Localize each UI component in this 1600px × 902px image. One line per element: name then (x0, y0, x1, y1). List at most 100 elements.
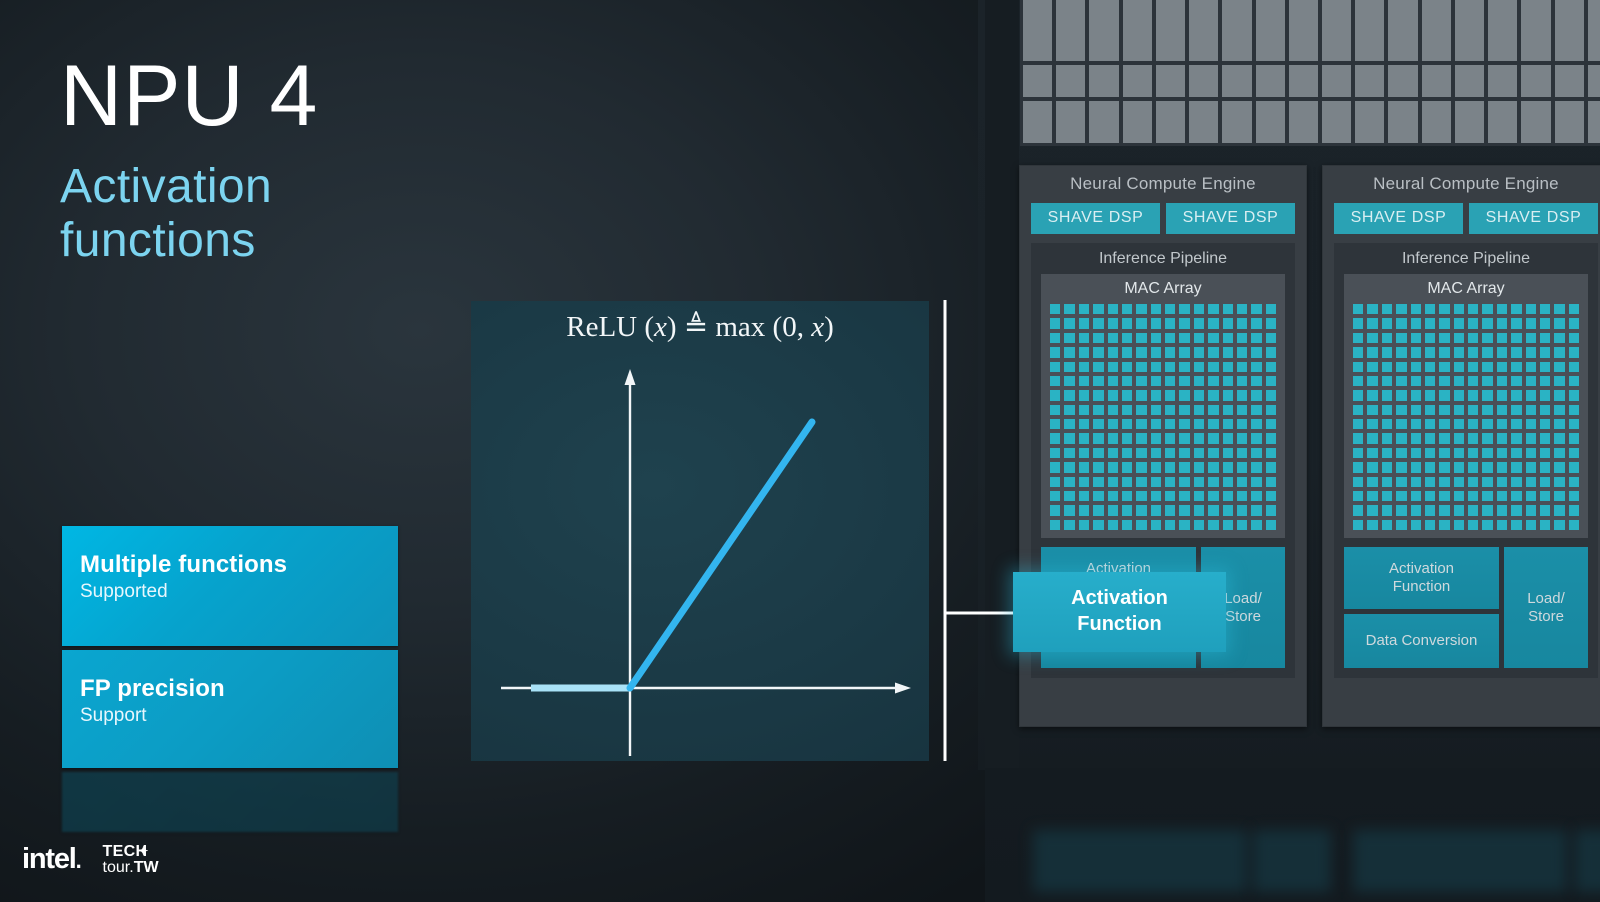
mac-cell (1511, 490, 1522, 502)
mac-cell (1050, 519, 1061, 530)
mac-cell (1193, 462, 1205, 473)
mac-cell (1222, 462, 1233, 473)
mac-cell (1554, 304, 1565, 315)
mac-cell (1222, 375, 1233, 387)
mac-cell (1093, 476, 1104, 487)
mac-cell (1093, 318, 1104, 329)
mac-cell (1568, 318, 1579, 329)
af-highlight-label-1: Activation (1071, 587, 1168, 610)
mac-cell (1554, 390, 1565, 401)
shave-dsp-block[interactable]: SHAVE DSP (1334, 203, 1463, 234)
activation-function-block[interactable]: ActivationFunction (1344, 547, 1499, 609)
mac-cell (1165, 433, 1176, 444)
mac-cell (1453, 361, 1464, 372)
mac-cell (1208, 361, 1219, 372)
load-store-block[interactable]: Load/Store (1504, 547, 1588, 668)
mac-cell (1107, 476, 1118, 487)
mac-cell (1554, 419, 1565, 430)
mac-cell (1107, 462, 1118, 473)
mac-cell (1078, 375, 1090, 387)
mac-cell (1251, 318, 1262, 329)
feature-card[interactable]: FP precision Support (62, 650, 398, 768)
mac-cell (1367, 433, 1378, 444)
mac-cell (1050, 332, 1061, 344)
load-store-label-1: Load/ (1224, 589, 1262, 607)
data-conversion-block[interactable]: Data Conversion (1344, 614, 1499, 668)
mac-cell (1136, 476, 1147, 487)
mac-cell (1396, 304, 1407, 315)
mac-cell (1525, 332, 1536, 344)
mac-cell (1093, 519, 1104, 530)
sram-cell (1388, 0, 1418, 61)
mac-cell (1136, 490, 1147, 502)
mac-cell (1539, 476, 1551, 487)
feature-card[interactable]: Multiple functions Supported (62, 526, 398, 646)
mac-cell (1165, 390, 1176, 401)
mac-cell (1208, 433, 1219, 444)
mac-cell (1554, 505, 1565, 516)
mac-cell (1439, 433, 1450, 444)
mac-cell (1193, 332, 1205, 344)
mac-cell (1554, 404, 1565, 415)
mac-cell (1468, 361, 1479, 372)
feature-card-title: Multiple functions (80, 551, 288, 578)
mac-cell (1193, 347, 1205, 358)
mac-cell (1050, 390, 1061, 401)
mac-cell (1165, 404, 1176, 415)
relu-chart-panel: ReLU (x) ≜ max (0, x) (471, 301, 929, 761)
mac-cell (1525, 375, 1536, 387)
mac-cell (1150, 332, 1161, 344)
mac-cell (1468, 332, 1479, 344)
shave-dsp-block[interactable]: SHAVE DSP (1031, 203, 1160, 234)
data-conversion-label: Data Conversion (1365, 632, 1478, 649)
mac-cell (1208, 347, 1219, 358)
mac-cell (1353, 318, 1364, 329)
mac-cell (1050, 404, 1061, 415)
neural-compute-engine-2[interactable]: Neural Compute Engine SHAVE DSP SHAVE DS… (1322, 165, 1600, 727)
mac-cell (1353, 490, 1364, 502)
mac-cell (1496, 361, 1508, 372)
mac-cell (1222, 304, 1233, 315)
mac-cell (1367, 419, 1378, 430)
feature-card-list: Multiple functions Supported FP precisio… (62, 526, 398, 836)
mac-cell (1064, 347, 1075, 358)
mac-cell (1511, 390, 1522, 401)
mac-cell (1568, 462, 1579, 473)
mac-cell (1353, 476, 1364, 487)
sram-cell (1321, 0, 1352, 61)
mac-cell (1050, 347, 1061, 358)
title-block: NPU 4 Activation functions (60, 53, 318, 269)
mac-cell (1050, 447, 1061, 459)
mac-cell (1193, 447, 1205, 459)
mac-cell (1453, 433, 1464, 444)
shave-dsp-block[interactable]: SHAVE DSP (1469, 203, 1598, 234)
mac-cell (1439, 419, 1450, 430)
mac-cell (1482, 505, 1493, 516)
mac-cell (1165, 361, 1176, 372)
mac-cell (1265, 433, 1276, 444)
mac-cell (1554, 347, 1565, 358)
sram-cell (1056, 65, 1086, 97)
mac-cell (1496, 332, 1508, 344)
mac-cell (1381, 404, 1393, 415)
mac-cell (1482, 404, 1493, 415)
mac-cell (1093, 332, 1104, 344)
activation-function-highlight[interactable]: Activation Function (1013, 572, 1226, 652)
footer-logos: intel. TECH ✦ tour.TW (22, 843, 159, 876)
shave-dsp-block[interactable]: SHAVE DSP (1166, 203, 1295, 234)
mac-cell (1525, 462, 1536, 473)
mac-cell (1424, 433, 1436, 444)
mac-cell (1179, 361, 1190, 372)
mac-cell (1453, 304, 1464, 315)
sram-cell (1122, 101, 1152, 143)
mac-cell (1222, 419, 1233, 430)
mac-cell (1453, 476, 1464, 487)
mac-cell (1193, 404, 1205, 415)
mac-cell (1107, 419, 1118, 430)
mac-cell (1093, 447, 1104, 459)
feature-card-faded[interactable] (62, 772, 398, 832)
blurred-lower-engines (985, 768, 1600, 902)
mac-cell (1193, 433, 1205, 444)
mac-cell (1424, 519, 1436, 530)
mac-cell (1496, 505, 1508, 516)
